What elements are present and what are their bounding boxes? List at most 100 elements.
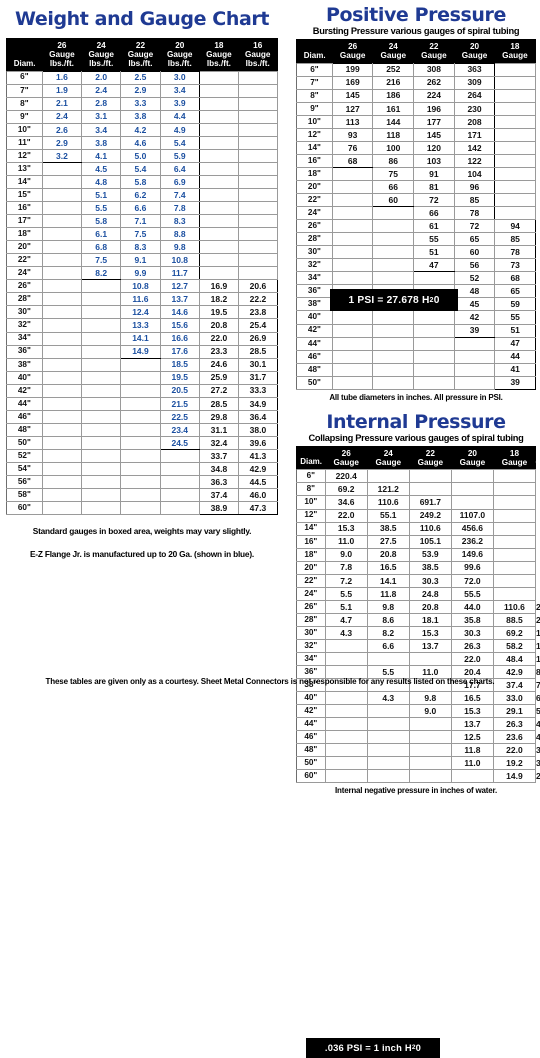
table-row: 32"475673 — [297, 259, 536, 272]
cell-value: 14.9 — [493, 770, 535, 783]
cell-value: 61 — [414, 220, 455, 233]
cell-value: 34.8 — [199, 462, 238, 475]
table-row: 50"24.532.439.6 — [7, 436, 278, 449]
table-row: 46"22.529.836.4 — [7, 410, 278, 423]
cell-value: 230 — [454, 102, 495, 115]
gauge-number: 18 — [199, 41, 238, 50]
psi-callout-text: 1 PSI = 27.678 H — [348, 295, 429, 306]
weight-chart-title: Weight and Gauge Chart — [6, 10, 278, 29]
cell-value — [332, 194, 373, 207]
cell-value: 25.9 — [199, 371, 238, 384]
cell-value: 169 — [332, 76, 373, 89]
table-row: 16"6886103122 — [297, 154, 536, 167]
row-diameter: 16" — [297, 154, 333, 167]
table-row: 48"23.431.138.0 — [7, 423, 278, 436]
row-diameter: 15" — [7, 188, 43, 201]
cell-value — [160, 502, 199, 515]
gauge-label: Gauge — [121, 50, 160, 59]
table-row: 9"127161196230 — [297, 102, 536, 115]
cell-value: 11.0 — [451, 757, 493, 770]
cell-value — [414, 272, 455, 285]
row-diameter: 50" — [297, 757, 326, 770]
cell-value: 38.0 — [238, 423, 277, 436]
table-row: 12"22.055.1249.21107.0 — [297, 509, 536, 522]
cell-value — [199, 254, 238, 267]
cell-value: 14.6 — [160, 306, 199, 319]
cell-value — [367, 757, 409, 770]
cell-value: 85 — [495, 233, 536, 246]
cell-value — [42, 202, 81, 215]
cell-value — [414, 311, 455, 324]
cell-value — [82, 449, 121, 462]
cell-value: 78 — [454, 207, 495, 220]
cell-value — [367, 705, 409, 718]
cell-value — [454, 350, 495, 363]
cell-value: 13.7 — [160, 293, 199, 306]
cell-value — [82, 358, 121, 371]
cell-value — [238, 84, 277, 97]
cell-value — [199, 188, 238, 201]
table-row: 10"34.6110.6691.7 — [297, 496, 536, 509]
header-gauge-16: 16Gaugelbs./ft. — [238, 39, 277, 72]
cell-value — [493, 574, 535, 587]
cell-value: 2.5 — [121, 71, 160, 84]
cell-value — [409, 744, 451, 757]
cell-value: 72 — [414, 194, 455, 207]
cell-value: 18.5 — [160, 358, 199, 371]
row-diameter: 6" — [7, 71, 43, 84]
cell-value: 6.1 — [82, 228, 121, 241]
gauge-label: Gauge — [367, 458, 409, 467]
row-diameter: 54" — [7, 462, 43, 475]
header-gauge-26: 26Gaugelbs./ft. — [42, 39, 81, 72]
cell-value — [373, 272, 414, 285]
cell-value — [493, 496, 535, 509]
cell-value: 55 — [414, 233, 455, 246]
cell-value: 16.5 — [367, 561, 409, 574]
positive-pressure-body: 6"1992523083637"1692162623098"1451862242… — [297, 63, 536, 389]
row-diameter: 8" — [297, 89, 333, 102]
cell-value — [367, 770, 409, 783]
cell-value — [495, 115, 536, 128]
table-row: 22"7.59.110.8 — [7, 254, 278, 267]
table-row: 16"11.027.5105.1236.2 — [297, 535, 536, 548]
cell-value: 22.2 — [238, 293, 277, 306]
cell-value: 42.9 — [238, 462, 277, 475]
cell-value: 22.5 — [160, 410, 199, 423]
cell-value — [451, 483, 493, 496]
row-diameter: 52" — [7, 449, 43, 462]
cell-value — [373, 350, 414, 363]
cell-value: 12.7 — [160, 280, 199, 293]
table-row: 20"6.88.39.8 — [7, 241, 278, 254]
cell-value — [42, 436, 81, 449]
cell-value — [199, 123, 238, 136]
cell-value — [82, 397, 121, 410]
cell-value: 177 — [414, 115, 455, 128]
internal-pressure-note: Internal negative pressure in inches of … — [296, 786, 536, 795]
table-row: 32"13.315.620.825.4 — [7, 319, 278, 332]
cell-value — [332, 337, 373, 350]
table-row: 18"7591104 — [297, 167, 536, 180]
cell-value — [82, 332, 121, 345]
row-diameter: 6" — [297, 63, 333, 76]
header-diameter: Diam. — [297, 40, 333, 63]
cell-value — [332, 350, 373, 363]
table-row: 60"14.924.8 — [297, 770, 536, 783]
row-diameter: 7" — [297, 76, 333, 89]
cell-value — [332, 363, 373, 376]
cell-value: 46.0 — [238, 489, 277, 502]
row-diameter: 10" — [7, 123, 43, 136]
cell-value — [42, 371, 81, 384]
cell-value — [238, 123, 277, 136]
gauge-label: Gauge — [199, 50, 238, 59]
table-row: 10"113144177208 — [297, 115, 536, 128]
cell-value: 36.4 — [238, 410, 277, 423]
cell-value — [451, 770, 493, 783]
weight-table-body: 6"1.62.02.53.07"1.92.42.93.48"2.12.83.33… — [7, 71, 278, 515]
cell-value — [332, 181, 373, 194]
cell-value: 161 — [373, 102, 414, 115]
row-diameter: 12" — [297, 509, 326, 522]
cell-value: 23.6 — [493, 731, 535, 744]
cell-value — [82, 371, 121, 384]
cell-value — [160, 462, 199, 475]
cell-value — [493, 548, 535, 561]
